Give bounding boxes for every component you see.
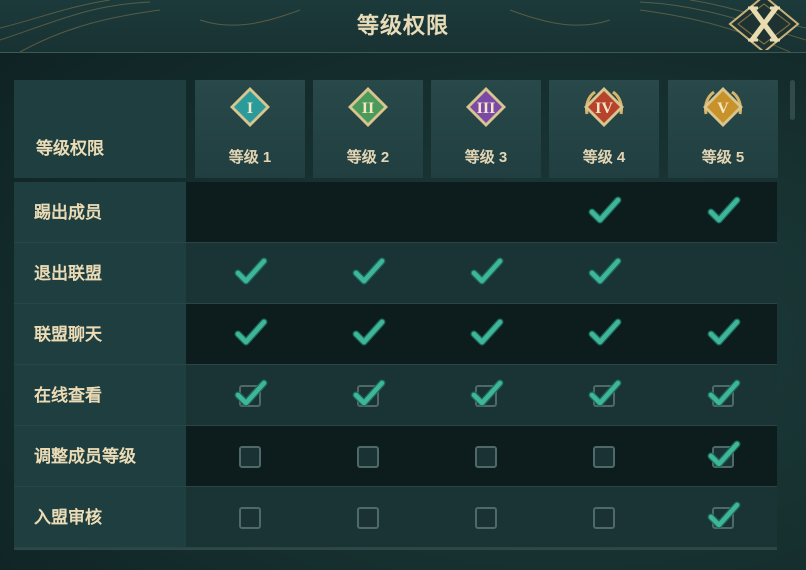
permission-cell — [348, 253, 388, 293]
check-icon — [588, 379, 622, 407]
level-card-1: I 等级 1 — [195, 80, 305, 178]
level-label: 等级 2 — [346, 149, 390, 166]
level-badge-icon: III — [466, 87, 506, 127]
check-icon — [588, 196, 622, 224]
scrollbar[interactable] — [790, 80, 795, 120]
permission-cell[interactable] — [703, 436, 743, 476]
level-badge-icon: I — [230, 87, 270, 127]
checkbox[interactable] — [475, 507, 497, 529]
checkbox[interactable] — [239, 446, 261, 468]
level-numeral: I — [247, 100, 253, 117]
permission-cell[interactable] — [230, 375, 270, 415]
permission-cell — [230, 253, 270, 293]
alliance-level-permissions-panel: 等级权限 等级权限 I 等级 1 II 等级 2 III 等级 3 IV 等级 … — [0, 0, 806, 570]
check-icon — [234, 257, 268, 285]
check-icon — [588, 257, 622, 285]
permission-cell[interactable] — [348, 497, 388, 537]
permission-cell — [703, 314, 743, 354]
check-icon — [707, 379, 741, 407]
level-badge-icon: IV — [584, 87, 624, 127]
header-column-label: 等级权限 — [36, 139, 104, 158]
level-card-3: III 等级 3 — [431, 80, 541, 178]
permission-cell[interactable] — [348, 375, 388, 415]
level-card-5: V 等级 5 — [668, 80, 778, 178]
check-icon — [352, 257, 386, 285]
level-label: 等级 1 — [228, 149, 272, 166]
checkbox[interactable] — [239, 507, 261, 529]
permission-label: 入盟审核 — [34, 508, 102, 527]
permission-label: 在线查看 — [34, 386, 102, 405]
checkbox[interactable] — [475, 446, 497, 468]
level-numeral: III — [477, 100, 496, 117]
permission-label: 退出联盟 — [34, 264, 102, 283]
level-card-4: IV 等级 4 — [549, 80, 659, 178]
permission-row — [186, 182, 777, 243]
level-badge-icon: II — [348, 87, 388, 127]
level-numeral: II — [362, 100, 374, 117]
permission-cell — [584, 253, 624, 293]
checkbox[interactable] — [357, 446, 379, 468]
permission-label-column — [14, 182, 186, 548]
level-label: 等级 3 — [464, 149, 508, 166]
permission-label: 踢出成员 — [34, 203, 102, 222]
level-numeral: IV — [595, 100, 613, 117]
level-label: 等级 5 — [701, 149, 745, 166]
permission-cell[interactable] — [703, 375, 743, 415]
permission-label: 联盟聊天 — [34, 325, 102, 344]
check-icon — [234, 379, 268, 407]
permission-cell[interactable] — [348, 436, 388, 476]
level-numeral: V — [717, 100, 729, 117]
permission-cell[interactable] — [584, 375, 624, 415]
check-icon — [588, 318, 622, 346]
permission-cell — [230, 314, 270, 354]
check-icon — [470, 318, 504, 346]
permission-cell[interactable] — [584, 497, 624, 537]
checkbox[interactable] — [593, 507, 615, 529]
check-icon — [707, 196, 741, 224]
permission-cell[interactable] — [466, 375, 506, 415]
permission-cell — [584, 314, 624, 354]
level-label: 等级 4 — [582, 149, 626, 166]
header-label-cell: 等级权限 — [14, 80, 186, 178]
permission-cell[interactable] — [584, 436, 624, 476]
permission-cell[interactable] — [230, 497, 270, 537]
close-x-icon — [728, 0, 800, 52]
check-icon — [470, 257, 504, 285]
permission-cell — [703, 192, 743, 232]
permission-cell — [466, 253, 506, 293]
permission-cell[interactable] — [703, 497, 743, 537]
permission-cell[interactable] — [466, 436, 506, 476]
permission-cell[interactable] — [466, 497, 506, 537]
permission-cell — [466, 314, 506, 354]
permission-cell[interactable] — [230, 436, 270, 476]
panel-header: 等级权限 — [0, 0, 806, 53]
permission-label: 调整成员等级 — [34, 447, 136, 466]
check-icon — [352, 318, 386, 346]
check-icon — [707, 501, 741, 529]
checkbox[interactable] — [357, 507, 379, 529]
check-icon — [234, 318, 268, 346]
checkbox[interactable] — [593, 446, 615, 468]
panel-title: 等级权限 — [356, 13, 449, 38]
check-icon — [707, 440, 741, 468]
check-icon — [470, 379, 504, 407]
permissions-table: 等级权限 I 等级 1 II 等级 2 III 等级 3 IV 等级 4 V 等… — [14, 60, 778, 550]
permission-cell — [584, 192, 624, 232]
level-card-2: II 等级 2 — [313, 80, 423, 178]
level-badge-icon: V — [703, 87, 743, 127]
permission-cell — [348, 314, 388, 354]
check-icon — [352, 379, 386, 407]
table-bottom-divider — [14, 548, 777, 550]
check-icon — [707, 318, 741, 346]
close-button[interactable] — [728, 0, 800, 52]
